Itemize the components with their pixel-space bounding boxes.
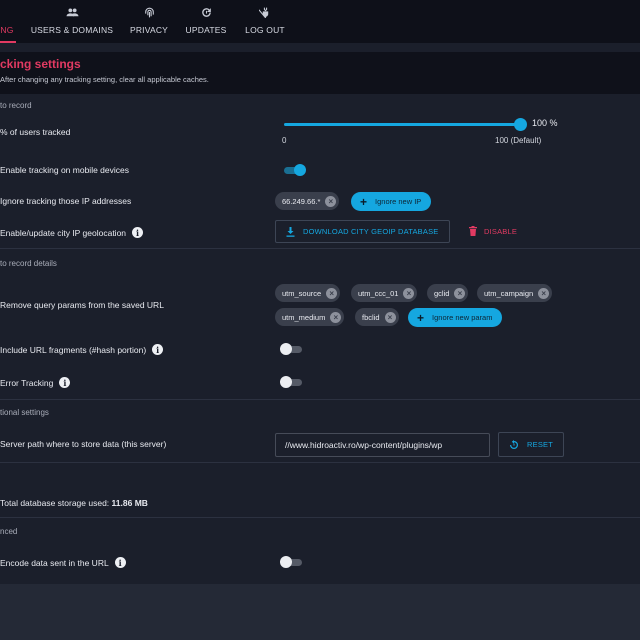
param-chip: utm_medium ×	[275, 308, 345, 326]
remove-chip-icon[interactable]: ×	[326, 287, 338, 299]
url-fragments-label: Include URL fragments (#hash portion) i	[0, 344, 164, 355]
param-chip: gclid ×	[427, 284, 469, 302]
info-icon[interactable]: i	[114, 557, 126, 568]
users-tracked-value: 100 %	[532, 118, 558, 128]
ignore-new-param-label: Ignore new param	[432, 313, 493, 322]
mobile-tracking-label: Enable tracking on mobile devices	[0, 165, 129, 175]
error-tracking-toggle[interactable]	[280, 376, 304, 388]
url-fragments-label-text: Include URL fragments (#hash portion)	[0, 344, 147, 355]
mobile-tracking-toggle[interactable]	[282, 164, 306, 176]
section-divider	[0, 248, 640, 249]
nav-tab-tracking[interactable]: NG	[0, 0, 16, 43]
download-geoip-label: DOWNLOAD CITY GEOIP DATABASE	[303, 227, 439, 236]
remove-chip-icon[interactable]: ×	[384, 311, 396, 323]
logout-icon	[258, 7, 268, 18]
storage-usage: Total database storage used: 11.86 MB	[0, 498, 148, 508]
top-navigation: NG USERS & DOMAINS PRIVACY UPDATES LOG O…	[0, 0, 640, 43]
url-fragments-toggle[interactable]	[280, 343, 304, 355]
remove-chip-icon[interactable]: ×	[538, 287, 550, 299]
encode-label: Encode data sent in the URL i	[0, 557, 126, 568]
users-tracked-label-text: % of users tracked	[0, 127, 71, 137]
plus-icon: +	[417, 310, 425, 325]
nav-tab-tracking-label: NG	[0, 25, 14, 35]
page-title: cking settings	[0, 57, 81, 71]
download-geoip-button[interactable]: DOWNLOAD CITY GEOIP DATABASE	[275, 220, 450, 243]
info-icon[interactable]: i	[59, 377, 71, 388]
slider-min-label: 0	[282, 136, 287, 145]
ip-chip: 66.249.66.* ×	[275, 192, 340, 210]
ignore-new-ip-button[interactable]: + Ignore new IP	[351, 192, 432, 211]
section-record-details: to record details	[0, 259, 57, 268]
param-chip-label: utm_campaign	[484, 288, 534, 298]
nav-tab-users-domains-label: USERS & DOMAINS	[30, 25, 114, 35]
query-params-label-text: Remove query params from the saved URL	[0, 300, 164, 310]
fingerprint-icon	[144, 7, 154, 18]
reset-path-label: RESET	[527, 440, 554, 449]
param-chip-label: utm_source	[282, 288, 322, 298]
param-chip: fbclid ×	[355, 308, 399, 326]
geolocation-label: Enable/update city IP geolocation i	[0, 227, 144, 238]
section-to-record: to record	[0, 101, 32, 110]
section-additional-settings: tional settings	[0, 408, 49, 417]
section-divider	[0, 399, 640, 400]
param-chip-label: utm_ccc_01	[358, 288, 399, 298]
error-tracking-label: Error Tracking i	[0, 377, 71, 388]
section-divider	[0, 517, 640, 518]
remove-chip-icon[interactable]: ×	[454, 287, 466, 299]
param-chip: utm_source ×	[275, 284, 341, 302]
param-chip: utm_ccc_01 ×	[351, 284, 418, 302]
query-params-label: Remove query params from the saved URL	[0, 300, 164, 310]
remove-chip-icon[interactable]: ×	[325, 195, 337, 207]
nav-tab-users-domains[interactable]: USERS & DOMAINS	[30, 0, 114, 43]
reset-icon	[510, 439, 518, 449]
download-icon	[286, 226, 295, 237]
slider-max-label: 100 (Default)	[495, 136, 542, 145]
reset-path-button[interactable]: RESET	[498, 432, 565, 457]
users-tracked-slider-track[interactable]	[284, 123, 522, 126]
page-subtitle: After changing any tracking setting, cle…	[0, 75, 209, 84]
info-icon[interactable]: i	[132, 227, 144, 238]
info-icon[interactable]: i	[152, 344, 164, 355]
section-divider	[0, 462, 640, 463]
server-path-input[interactable]: //www.hidroactiv.ro/wp-content/plugins/w…	[275, 433, 490, 457]
nav-tab-logout[interactable]: LOG OUT	[244, 0, 286, 43]
disable-geoip-button[interactable]: DISABLE	[469, 226, 517, 236]
page-footer-area	[0, 584, 640, 640]
error-tracking-label-text: Error Tracking	[0, 377, 54, 388]
mobile-tracking-label-text: Enable tracking on mobile devices	[0, 165, 129, 175]
disable-geoip-label: DISABLE	[484, 226, 518, 236]
param-chip-label: fbclid	[362, 312, 380, 322]
nav-tab-logout-label: LOG OUT	[245, 25, 285, 35]
encode-label-text: Encode data sent in the URL	[0, 557, 109, 568]
remove-chip-icon[interactable]: ×	[403, 287, 415, 299]
users-tracked-label: % of users tracked	[0, 127, 70, 137]
nav-tab-privacy-label: PRIVACY	[129, 25, 169, 35]
refresh-icon	[201, 8, 211, 17]
param-chip-label: utm_medium	[282, 312, 326, 322]
section-advanced: nced	[0, 527, 18, 536]
server-path-label: Server path where to store data (this se…	[0, 439, 166, 449]
param-chip: utm_campaign ×	[477, 284, 553, 302]
ignore-ips-label-text: Ignore tracking those IP addresses	[0, 196, 132, 206]
nav-tab-updates-label: UPDATES	[185, 25, 227, 35]
nav-tab-privacy[interactable]: PRIVACY	[129, 0, 169, 43]
param-chip-label: gclid	[434, 288, 450, 298]
users-tracked-slider-handle[interactable]	[514, 118, 527, 131]
storage-value: 11.86 MB	[111, 498, 148, 508]
storage-label: Total database storage used:	[0, 498, 110, 508]
geolocation-label-text: Enable/update city IP geolocation	[0, 227, 127, 238]
ignore-new-ip-label: Ignore new IP	[375, 197, 422, 206]
users-icon	[66, 8, 78, 17]
remove-chip-icon[interactable]: ×	[330, 311, 342, 323]
settings-header: cking settings After changing any tracki…	[0, 52, 640, 94]
plus-icon: +	[360, 194, 368, 209]
nav-tab-updates[interactable]: UPDATES	[185, 0, 227, 43]
server-path-value: //www.hidroactiv.ro/wp-content/plugins/w…	[285, 440, 443, 450]
trash-icon	[469, 226, 477, 236]
ip-chip-label: 66.249.66.*	[282, 196, 321, 206]
ignore-new-param-button[interactable]: + Ignore new param	[408, 308, 503, 327]
ignore-ips-label: Ignore tracking those IP addresses	[0, 196, 131, 206]
server-path-label-text: Server path where to store data (this se…	[0, 439, 167, 449]
encode-toggle[interactable]	[280, 556, 304, 568]
